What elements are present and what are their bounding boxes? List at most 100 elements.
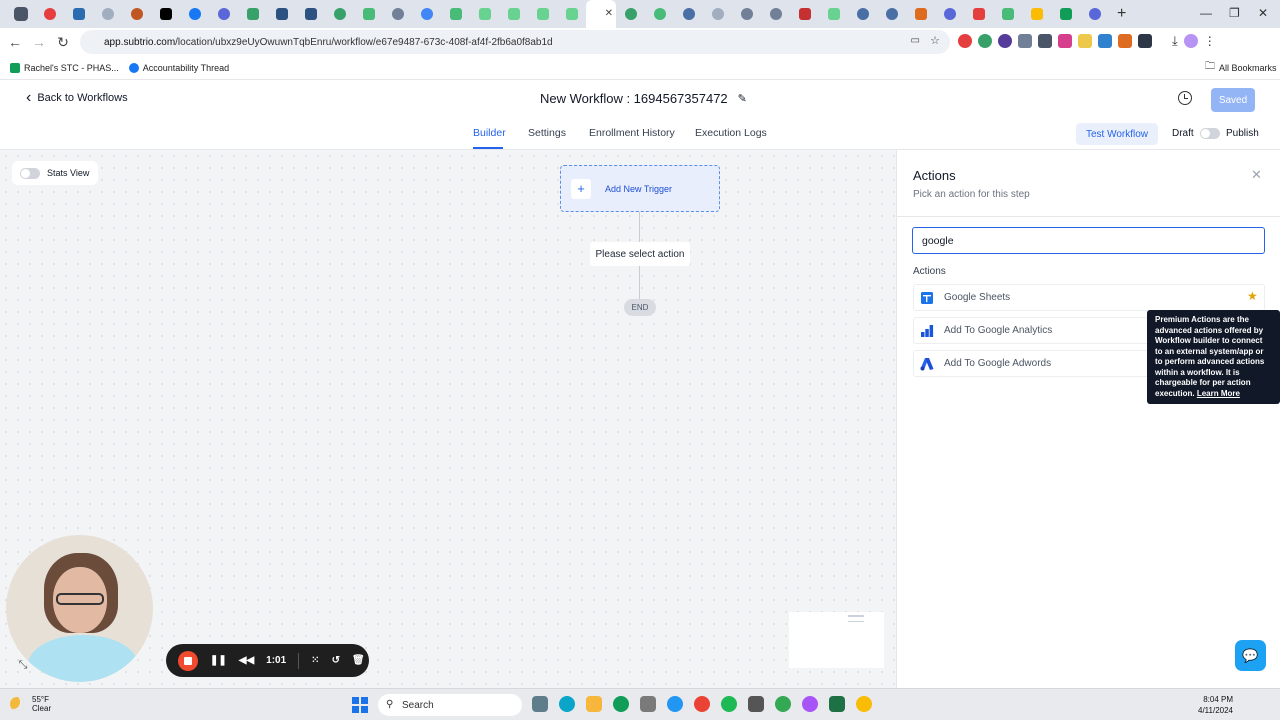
app-icon[interactable] [640, 696, 656, 712]
edge-icon[interactable] [613, 696, 629, 712]
browser-tab[interactable] [935, 0, 964, 28]
tab-builder[interactable]: Builder [473, 127, 506, 139]
taskview-icon[interactable] [532, 696, 548, 712]
action-search-input[interactable] [912, 227, 1265, 254]
bookmark-item[interactable]: Rachel's STC - PHAS... [10, 62, 119, 73]
forward-arrow-icon[interactable]: → [27, 34, 51, 50]
pause-icon[interactable]: ❚❚ [210, 655, 227, 666]
taskbar-search[interactable]: ⚲ Search [378, 694, 522, 716]
minimap[interactable] [789, 612, 884, 668]
tab-execution-logs[interactable]: Execution Logs [695, 127, 767, 139]
browser-tab[interactable] [674, 0, 703, 28]
new-tab-icon[interactable]: + [1117, 5, 1126, 23]
browser-tab[interactable] [325, 0, 354, 28]
extension-icon[interactable] [1038, 34, 1052, 48]
all-bookmarks[interactable]: 🗀 All Bookmarks [1205, 59, 1277, 76]
restart-icon[interactable]: ↺ [332, 655, 340, 666]
back-to-workflows-link[interactable]: ‹ Back to Workflows [26, 90, 128, 106]
browser-tab[interactable] [790, 0, 819, 28]
excel-icon[interactable] [829, 696, 845, 712]
browser-tab[interactable] [151, 0, 180, 28]
rewind-icon[interactable]: ◀◀ [239, 655, 254, 666]
system-clock[interactable]: 8:04 PM 4/11/2024 [1198, 694, 1233, 716]
chat-support-button[interactable]: 💬 [1235, 640, 1266, 671]
extension-icon[interactable] [1058, 34, 1072, 48]
app-icon[interactable] [721, 696, 737, 712]
browser-tab[interactable] [122, 0, 151, 28]
browser-tab[interactable] [64, 0, 93, 28]
learn-more-link[interactable]: Learn More [1197, 389, 1240, 398]
extension-icon[interactable] [998, 34, 1012, 48]
puzzle-icon[interactable] [1138, 34, 1152, 48]
browser-tab[interactable] [761, 0, 790, 28]
browser-tab[interactable] [499, 0, 528, 28]
messenger-icon[interactable] [802, 696, 818, 712]
chrome-icon[interactable] [775, 696, 791, 712]
app-icon[interactable] [559, 696, 575, 712]
window-close-icon[interactable]: ✕ [1258, 6, 1268, 20]
browser-tab[interactable] [383, 0, 412, 28]
browser-tab[interactable] [819, 0, 848, 28]
close-icon[interactable]: ✕ [605, 8, 613, 19]
premium-star-icon[interactable]: ★ [1247, 289, 1258, 303]
bookmark-star-icon[interactable]: ☆ [930, 34, 940, 47]
browser-tab[interactable] [906, 0, 935, 28]
settings-icon[interactable] [748, 696, 764, 712]
browser-tab[interactable] [645, 0, 674, 28]
browser-tab[interactable] [848, 0, 877, 28]
trash-icon[interactable]: 🗑 [352, 655, 365, 666]
browser-tab[interactable] [209, 0, 238, 28]
select-action-node[interactable]: Please select action [590, 242, 690, 266]
browser-tab[interactable] [180, 0, 209, 28]
browser-tab[interactable] [441, 0, 470, 28]
browser-tab[interactable] [412, 0, 441, 28]
browser-tab[interactable] [964, 0, 993, 28]
chrome-icon[interactable] [694, 696, 710, 712]
download-icon[interactable]: ⤓ [1172, 33, 1178, 49]
browser-tab[interactable] [1080, 0, 1109, 28]
close-icon[interactable]: ✕ [1251, 167, 1262, 183]
minimize-icon[interactable]: — [1200, 6, 1212, 20]
windows-start-icon[interactable] [352, 697, 368, 713]
browser-tab[interactable] [616, 0, 645, 28]
kebab-menu-icon[interactable]: ⋮ [1204, 34, 1216, 48]
tab-enrollment-history[interactable]: Enrollment History [589, 127, 675, 139]
browser-tab[interactable] [993, 0, 1022, 28]
pencil-icon[interactable]: ✎ [738, 92, 747, 105]
tab-settings[interactable]: Settings [528, 127, 566, 139]
tab-list-button[interactable] [6, 0, 35, 28]
app-icon[interactable] [667, 696, 683, 712]
browser-tab[interactable] [1022, 0, 1051, 28]
chrome-icon[interactable] [856, 696, 872, 712]
browser-tab[interactable] [296, 0, 325, 28]
grid-icon[interactable]: ⁙ [311, 655, 319, 666]
cast-icon[interactable]: ▭ [911, 35, 920, 46]
expand-icon[interactable]: ⤡ [12, 654, 34, 676]
avatar[interactable] [1183, 34, 1198, 48]
back-arrow-icon[interactable]: ← [3, 34, 27, 50]
toggle-switch[interactable] [20, 167, 40, 179]
weather-widget[interactable]: 55°F Clear [10, 695, 51, 713]
address-bar[interactable]: app.subtrio.com/location/ubxz9eUyOwuwnTq… [80, 30, 950, 54]
browser-tab[interactable] [238, 0, 267, 28]
add-new-trigger-button[interactable]: + Add New Trigger [560, 165, 720, 212]
extension-icon[interactable] [1078, 34, 1092, 48]
browser-tab[interactable] [267, 0, 296, 28]
extension-icon[interactable] [958, 34, 972, 48]
browser-tab[interactable] [354, 0, 383, 28]
stats-view-toggle[interactable]: Stats View [12, 161, 98, 185]
browser-tab[interactable] [732, 0, 761, 28]
action-google-sheets[interactable]: Google Sheets ★ [913, 284, 1265, 311]
browser-tab[interactable] [703, 0, 732, 28]
extension-icon[interactable] [1098, 34, 1112, 48]
extension-icon[interactable] [978, 34, 992, 48]
publish-toggle[interactable] [1200, 128, 1220, 139]
restore-icon[interactable]: ❐ [1229, 6, 1240, 20]
browser-tab[interactable] [877, 0, 906, 28]
bookmark-item[interactable]: Accountability Thread [128, 62, 229, 73]
saved-button[interactable]: Saved [1211, 88, 1255, 112]
extension-icon[interactable] [1118, 34, 1132, 48]
browser-tab[interactable] [35, 0, 64, 28]
reload-icon[interactable]: ↻ [51, 34, 75, 51]
browser-tab[interactable] [557, 0, 586, 28]
